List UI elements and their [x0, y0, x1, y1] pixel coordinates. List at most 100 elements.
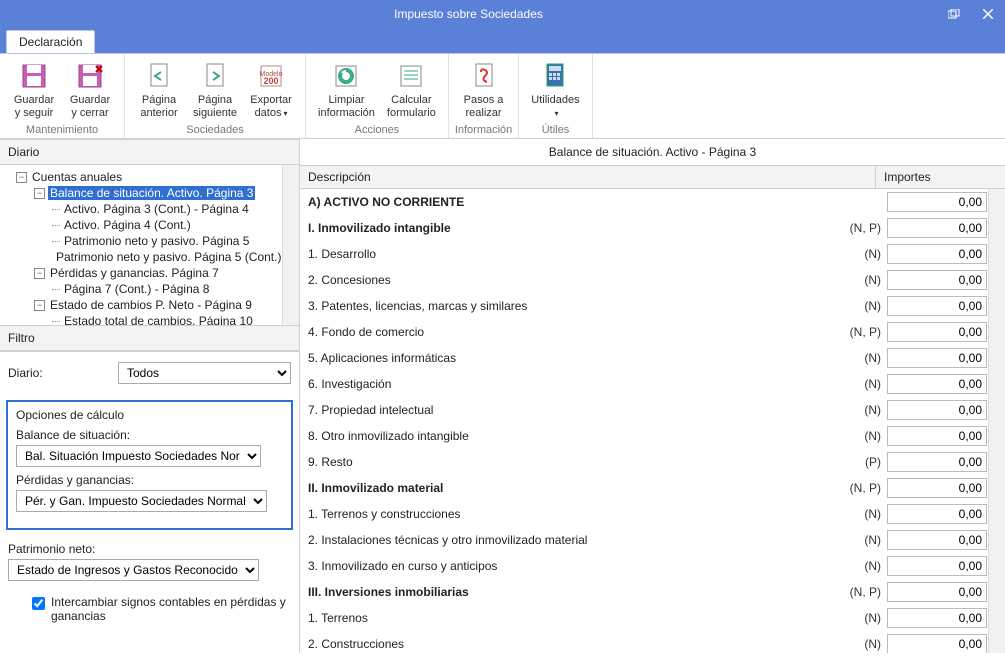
- pyg-select[interactable]: Pér. y Gan. Impuesto Sociedades Normal: [16, 490, 267, 512]
- amount-input[interactable]: [887, 504, 987, 524]
- swap-signs-label: Intercambiar signos contables en pérdida…: [51, 595, 287, 623]
- amount-input[interactable]: [887, 270, 987, 290]
- row-description: III. Inversiones inmobiliarias: [308, 585, 847, 599]
- utilities-button[interactable]: Utilidades▾: [525, 58, 585, 122]
- calculator-icon: [539, 60, 571, 92]
- row-tag: (N): [847, 611, 887, 625]
- close-button[interactable]: [971, 0, 1005, 28]
- steps-button[interactable]: Pasos arealizar: [456, 58, 512, 122]
- next-page-button[interactable]: Páginasiguiente: [187, 58, 243, 122]
- calc-form-button[interactable]: Calcularformulario: [381, 58, 442, 122]
- amount-input[interactable]: [887, 556, 987, 576]
- table-row: 8. Otro inmovilizado intangible(N): [300, 423, 1005, 449]
- row-description: I. Inmovilizado intangible: [308, 221, 847, 235]
- window-title: Impuesto sobre Sociedades: [0, 7, 937, 21]
- patrimonio-select[interactable]: Estado de Ingresos y Gastos Reconocido: [8, 559, 259, 581]
- save-continue-button[interactable]: Guardary seguir: [6, 58, 62, 122]
- tree-node[interactable]: −Cuentas anuales: [2, 169, 281, 185]
- data-rows[interactable]: A) ACTIVO NO CORRIENTE I. Inmovilizado in…: [300, 189, 1005, 653]
- page-next-icon: [199, 60, 231, 92]
- tree-node[interactable]: −Estado de cambios P. Neto - Página 9: [2, 297, 281, 313]
- row-tag: (N): [847, 299, 887, 313]
- svg-text:200: 200: [264, 76, 279, 86]
- row-description: 8. Otro inmovilizado intangible: [308, 429, 847, 443]
- table-row: II. Inmovilizado material(N, P): [300, 475, 1005, 501]
- tree-node[interactable]: Estado total de cambios. Página 10: [2, 313, 281, 325]
- calc-form-icon: [395, 60, 427, 92]
- collapse-icon[interactable]: −: [16, 172, 27, 183]
- row-tag: (N): [847, 637, 887, 651]
- collapse-icon[interactable]: −: [34, 268, 45, 279]
- chevron-down-icon: ▾: [283, 109, 287, 118]
- amount-input[interactable]: [887, 218, 987, 238]
- row-description: A) ACTIVO NO CORRIENTE: [308, 195, 847, 209]
- restore-button[interactable]: [937, 0, 971, 28]
- left-panel: Diario −Cuentas anuales −Balance de situ…: [0, 139, 300, 653]
- amount-input[interactable]: [887, 452, 987, 472]
- balance-select[interactable]: Bal. Situación Impuesto Sociedades Nor: [16, 445, 261, 467]
- amount-input[interactable]: [887, 478, 987, 498]
- prev-page-button[interactable]: Páginaanterior: [131, 58, 187, 122]
- row-tag: (N, P): [847, 325, 887, 339]
- amount-input[interactable]: [887, 400, 987, 420]
- amount-input[interactable]: [887, 296, 987, 316]
- table-row: 3. Inmovilizado en curso y anticipos(N): [300, 553, 1005, 579]
- tree-node[interactable]: Activo. Página 4 (Cont.): [2, 217, 281, 233]
- swap-signs-checkbox[interactable]: [32, 597, 45, 610]
- diario-filter-select[interactable]: Todos: [118, 362, 291, 384]
- tree-node[interactable]: Activo. Página 3 (Cont.) - Página 4: [2, 201, 281, 217]
- diario-header: Diario: [0, 139, 299, 165]
- chevron-down-icon: ▾: [554, 109, 558, 118]
- tree-node[interactable]: −Pérdidas y ganancias. Página 7: [2, 265, 281, 281]
- ribbon: Guardary seguir Guardary cerrar Mantenim…: [0, 54, 1005, 139]
- tree-view[interactable]: −Cuentas anuales −Balance de situación. …: [0, 165, 299, 325]
- row-description: 6. Investigación: [308, 377, 847, 391]
- table-row: 2. Concesiones(N): [300, 267, 1005, 293]
- pyg-label: Pérdidas y ganancias:: [16, 473, 283, 487]
- collapse-icon[interactable]: −: [34, 188, 45, 199]
- amount-input[interactable]: [887, 244, 987, 264]
- tree-node-selected[interactable]: −Balance de situación. Activo. Página 3: [2, 185, 281, 201]
- page-title: Balance de situación. Activo - Página 3: [300, 139, 1005, 166]
- amount-input[interactable]: [887, 426, 987, 446]
- amount-input[interactable]: [887, 322, 987, 342]
- tree-node[interactable]: Patrimonio neto y pasivo. Página 5: [2, 233, 281, 249]
- tree-node[interactable]: Página 7 (Cont.) - Página 8: [2, 281, 281, 297]
- row-description: 4. Fondo de comercio: [308, 325, 847, 339]
- column-headers: Descripción Importes: [300, 166, 1005, 189]
- amount-input[interactable]: [887, 348, 987, 368]
- tab-declaracion[interactable]: Declaración: [6, 30, 95, 53]
- amount-input[interactable]: [887, 582, 987, 602]
- amount-input[interactable]: [887, 192, 987, 212]
- ribbon-group-utiles: Utilidades▾ Útiles: [519, 54, 592, 138]
- row-tag: (N): [847, 273, 887, 287]
- patrimonio-label: Patrimonio neto:: [8, 542, 291, 556]
- row-tag: (N): [847, 429, 887, 443]
- row-tag: (N, P): [847, 585, 887, 599]
- collapse-icon[interactable]: −: [34, 300, 45, 311]
- row-description: 3. Inmovilizado en curso y anticipos: [308, 559, 847, 573]
- save-close-button[interactable]: Guardary cerrar: [62, 58, 118, 122]
- export-data-button[interactable]: Modelo200 Exportardatos▾: [243, 58, 299, 122]
- row-tag: (N): [847, 403, 887, 417]
- table-row: 2. Instalaciones técnicas y otro inmovil…: [300, 527, 1005, 553]
- table-row: 1. Terrenos y construcciones(N): [300, 501, 1005, 527]
- tree-node[interactable]: Patrimonio neto y pasivo. Página 5 (Cont…: [2, 249, 281, 265]
- table-row: A) ACTIVO NO CORRIENTE: [300, 189, 1005, 215]
- clear-info-button[interactable]: Limpiarinformación: [312, 58, 381, 122]
- amount-input[interactable]: [887, 374, 987, 394]
- table-row: 4. Fondo de comercio(N, P): [300, 319, 1005, 345]
- row-tag: (N): [847, 559, 887, 573]
- table-row: 6. Investigación(N): [300, 371, 1005, 397]
- amount-input[interactable]: [887, 608, 987, 628]
- row-description: 9. Resto: [308, 455, 847, 469]
- row-description: 2. Construcciones: [308, 637, 847, 651]
- amount-input[interactable]: [887, 634, 987, 653]
- amount-input[interactable]: [887, 530, 987, 550]
- row-tag: (N): [847, 533, 887, 547]
- page-prev-icon: [143, 60, 175, 92]
- table-row: 2. Construcciones(N): [300, 631, 1005, 653]
- row-tag: (P): [847, 455, 887, 469]
- right-panel: Balance de situación. Activo - Página 3 …: [300, 139, 1005, 653]
- col-importes: Importes: [875, 166, 1005, 188]
